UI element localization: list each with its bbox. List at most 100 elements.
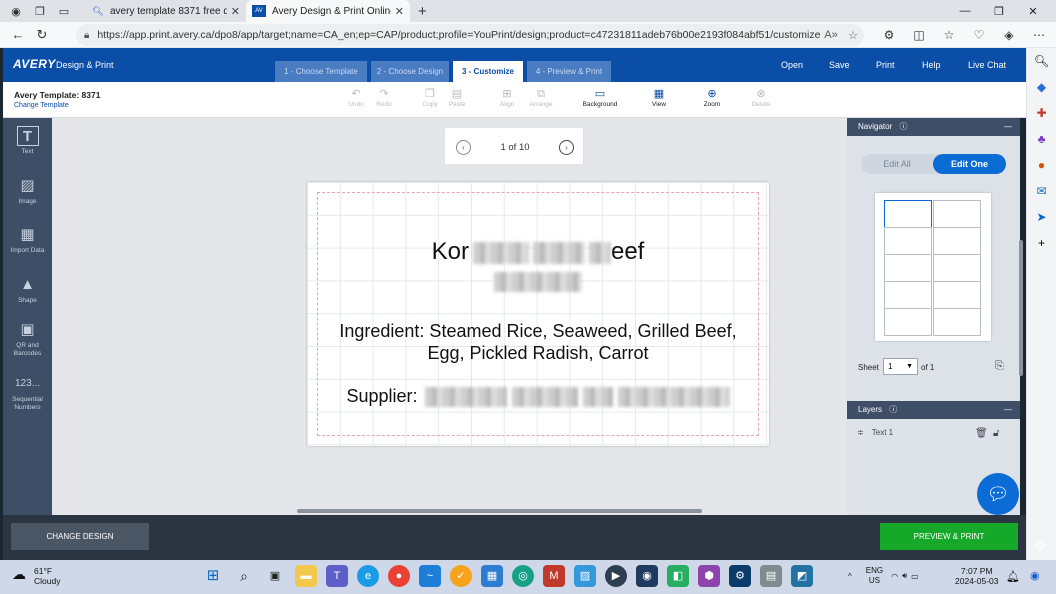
browser-essentials-icon[interactable]: ♡ (964, 28, 994, 42)
more-menu-icon[interactable]: ⋯ (1024, 28, 1054, 42)
ingredients-line-2[interactable]: Egg, Pickled Radish, Carrot (307, 343, 769, 364)
app-icon[interactable]: ~ (419, 565, 441, 587)
profile-icon[interactable]: ◉ (8, 4, 24, 18)
layer-row[interactable]: ≑ Text 1 🗑︎ 🔓︎ (857, 428, 999, 439)
wifi-icon[interactable]: ◠ (891, 572, 898, 581)
widgets-icon[interactable]: ◉ (1030, 569, 1040, 582)
layers-header[interactable]: Layers ⓘ — (847, 401, 1020, 419)
thumbnail-label-selected[interactable] (884, 200, 932, 228)
tools-icon[interactable]: ✚ (1027, 100, 1056, 126)
avery-logo[interactable]: AVERY (13, 57, 56, 71)
app-icon[interactable]: ⬢ (698, 565, 720, 587)
lock-icon[interactable]: 🔒︎ (84, 30, 89, 41)
preview-print-button[interactable]: PREVIEW & PRINT (880, 523, 1018, 550)
new-tab-icon[interactable]: + (418, 3, 427, 20)
app-icon[interactable]: ◩ (791, 565, 813, 587)
step-choose-template[interactable]: 1 - Choose Template (275, 61, 367, 82)
step-customize[interactable]: 3 - Customize (453, 61, 523, 82)
volume-icon[interactable]: 🔊︎ (902, 571, 907, 581)
edit-all-button[interactable]: Edit All (861, 154, 933, 174)
thumbnail-label[interactable] (933, 308, 981, 336)
horizontal-scrollbar[interactable] (297, 509, 702, 513)
label-subtitle[interactable] (307, 271, 769, 293)
store-icon[interactable]: ▦ (481, 565, 503, 587)
sidebar-item-sequential[interactable]: 123... Sequential Numbers (3, 374, 52, 412)
edit-one-button[interactable]: Edit One (933, 154, 1006, 174)
minimize-icon[interactable]: — (948, 5, 982, 17)
refresh-icon[interactable]: ↻ (30, 27, 54, 43)
collapse-icon[interactable]: — (1004, 118, 1012, 136)
chrome-icon[interactable]: ● (388, 565, 410, 587)
add-sheet-icon[interactable]: ⎘ (995, 360, 1004, 373)
read-aloud-icon[interactable]: A» (820, 29, 842, 41)
thumbnail-label[interactable] (933, 281, 981, 309)
url-field[interactable]: 🔒︎ https://app.print.avery.ca/dpo8/app/t… (76, 24, 864, 46)
live-chat-menu[interactable]: Live Chat (968, 60, 1006, 70)
close-tab-icon[interactable]: ✕ (395, 5, 404, 18)
file-explorer-icon[interactable]: ▬ (295, 565, 317, 587)
favorite-star-icon[interactable]: ☆ (842, 29, 864, 42)
chevron-up-icon[interactable]: ^ (848, 572, 852, 581)
tab-actions-icon[interactable]: ▭ (56, 4, 72, 18)
close-window-icon[interactable]: ✕ (1016, 5, 1050, 18)
workspaces-icon[interactable]: ❐ (32, 4, 48, 18)
battery-icon[interactable]: ▭ (911, 572, 919, 581)
close-tab-icon[interactable]: ✕ (231, 5, 240, 18)
app-icon[interactable]: ◉ (636, 565, 658, 587)
outlook-icon[interactable]: ✉ (1027, 178, 1056, 204)
thumbnail-label[interactable] (884, 281, 932, 309)
app-icon[interactable]: ⚙ (729, 565, 751, 587)
maximize-icon[interactable]: ❐ (982, 5, 1016, 18)
teams-icon[interactable]: T (326, 565, 348, 587)
thumbnail-label[interactable] (933, 227, 981, 255)
step-choose-design[interactable]: 2 - Choose Design (371, 61, 449, 82)
globe-icon[interactable]: ◎ (512, 565, 534, 587)
live-chat-icon[interactable]: 💬︎ (977, 473, 1019, 515)
tag-icon[interactable]: ◆ (1027, 74, 1056, 100)
next-label-icon[interactable]: › (559, 140, 574, 155)
label-preview[interactable]: Kor eef Ingredient: Steamed Rice, Seaweed… (307, 182, 769, 446)
step-preview-print[interactable]: 4 - Preview & Print (527, 61, 611, 82)
clock[interactable]: 7:07 PM 2024-05-03 (955, 566, 998, 586)
office-icon[interactable]: ● (1027, 152, 1056, 178)
thumbnail-label[interactable] (884, 254, 932, 282)
sidebar-item-import-data[interactable]: ▦ Import Data (3, 225, 52, 255)
settings-icon[interactable]: ⚙︎ (1034, 538, 1046, 554)
app-icon[interactable]: ▤ (760, 565, 782, 587)
navigator-header[interactable]: Navigator ⓘ — (847, 118, 1020, 136)
games-icon[interactable]: ♣ (1027, 126, 1056, 152)
thumbnail-label[interactable] (933, 200, 981, 228)
label-title[interactable]: Kor eef (307, 238, 769, 266)
vertical-scrollbar[interactable] (1019, 240, 1023, 376)
tab-search[interactable]: 🔍︎ avery template 8371 free downlo ✕ (86, 0, 246, 22)
arrange-button[interactable]: ⧉ Arrange (521, 87, 561, 108)
open-menu[interactable]: Open (781, 60, 803, 70)
search-icon[interactable]: ⌕ (233, 565, 255, 587)
thumbnail-label[interactable] (884, 308, 932, 336)
trash-icon[interactable]: 🗑︎ (975, 428, 988, 439)
change-design-button[interactable]: CHANGE DESIGN (11, 523, 149, 550)
notification-bell-icon[interactable]: 🔔︎ (1006, 570, 1020, 583)
help-menu[interactable]: Help (922, 60, 941, 70)
zoom-button[interactable]: ⊕ Zoom (692, 87, 732, 108)
photos-icon[interactable]: ▨ (574, 565, 596, 587)
info-icon[interactable]: ⓘ (899, 122, 907, 131)
media-player-icon[interactable]: ▶ (605, 565, 627, 587)
app-icon[interactable]: ✓ (450, 565, 472, 587)
paste-button[interactable]: ▤ Paste (437, 87, 477, 108)
background-button[interactable]: ▭ Background (580, 87, 620, 108)
weather-widget[interactable]: ☁ 61°F Cloudy (12, 566, 60, 586)
view-button[interactable]: ▦ View (639, 87, 679, 108)
edge-icon[interactable]: e (357, 565, 379, 587)
language-indicator[interactable]: ENG US (866, 566, 883, 586)
tab-avery[interactable]: AV Avery Design & Print Online ✕ (246, 0, 410, 22)
drag-handle-icon[interactable]: ≑ (857, 428, 864, 437)
add-icon[interactable]: + (1027, 230, 1056, 256)
sidebar-item-image[interactable]: ▨ Image (3, 176, 52, 206)
back-icon[interactable]: ← (6, 27, 30, 42)
redo-button[interactable]: ↷ Redo (364, 87, 404, 108)
app-icon[interactable]: ◧ (667, 565, 689, 587)
task-view-icon[interactable]: ▣ (264, 565, 286, 587)
sidebar-item-shape[interactable]: ▲ Shape (3, 275, 52, 305)
thumbnail-label[interactable] (884, 227, 932, 255)
